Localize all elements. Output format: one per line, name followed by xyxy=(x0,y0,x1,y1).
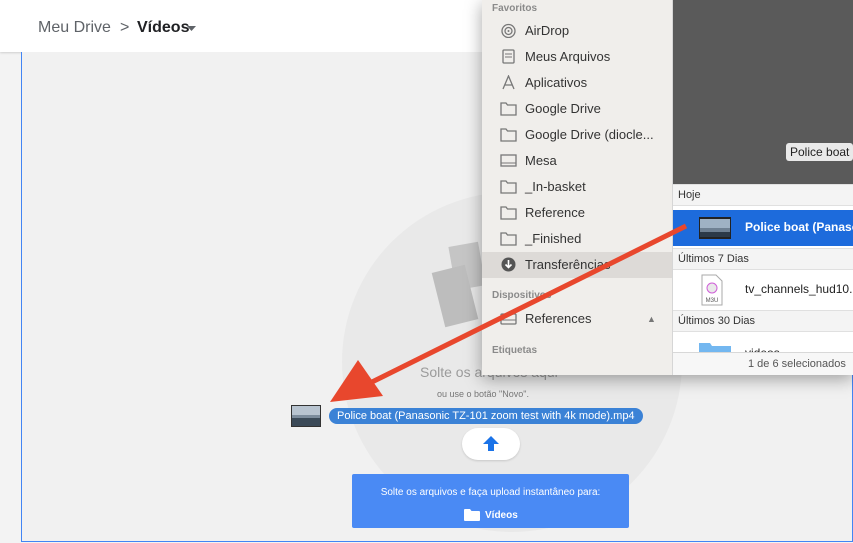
dragged-file-label: Police boat (Panasonic TZ-101 zoom test … xyxy=(329,408,643,424)
sidebar-item-label: Mesa xyxy=(525,153,557,168)
breadcrumb-current[interactable]: Vídeos xyxy=(137,19,189,37)
folder-icon xyxy=(500,232,517,246)
file-name: Police boat (Panasonic xyxy=(745,220,853,234)
finder-status-bar: 1 de 6 selecionados xyxy=(673,352,853,375)
favorites-header: Favoritos xyxy=(492,3,538,14)
selection-status: 1 de 6 selecionados xyxy=(748,358,846,370)
sidebar-item-finished[interactable]: _Finished xyxy=(482,226,672,252)
sidebar-item-label: Aplicativos xyxy=(525,75,588,90)
downloads-icon xyxy=(501,257,516,272)
devices-header: Dispositivos xyxy=(492,290,552,301)
applications-icon xyxy=(502,75,515,90)
sidebar-item-label: References xyxy=(525,311,592,326)
folder-icon xyxy=(699,343,731,352)
upload-banner: Solte os arquivos e faça upload instantâ… xyxy=(352,474,629,528)
finder-file-list: Police boat Hoje Police boat (Panasonic … xyxy=(673,0,853,375)
sidebar-item-transferencias[interactable]: Transferências xyxy=(482,252,672,278)
upload-cloud xyxy=(462,428,520,460)
section-label: Últimos 7 Dias xyxy=(678,253,749,265)
airdrop-icon xyxy=(501,23,516,38)
chevron-down-icon[interactable] xyxy=(187,26,196,32)
sidebar-item-references[interactable]: References ▲ xyxy=(482,306,672,332)
sidebar-item-google-drive-diocle[interactable]: Google Drive (diocle... xyxy=(482,122,672,148)
m3u-badge: M3U xyxy=(706,298,719,304)
upload-arrow-icon xyxy=(483,436,499,451)
video-thumb-icon xyxy=(699,217,731,239)
sidebar-item-label: Google Drive xyxy=(525,101,601,116)
sidebar-item-label: AirDrop xyxy=(525,23,570,38)
breadcrumb-separator: > xyxy=(120,19,130,36)
sidebar-item-mesa[interactable]: Mesa xyxy=(482,148,672,174)
section-header: Últimos 7 Dias xyxy=(673,248,853,270)
folder-icon xyxy=(500,206,517,220)
upload-folder-label: Vídeos xyxy=(485,510,518,521)
sidebar-item-google-drive[interactable]: Google Drive xyxy=(482,96,672,122)
m3u-file-icon: M3U xyxy=(701,274,723,306)
video-thumb-icon xyxy=(291,405,321,427)
sidebar-item-in-basket[interactable]: _In-basket xyxy=(482,174,672,200)
file-row-tv-channels[interactable]: M3U tv_channels_hud10.m3u xyxy=(673,272,853,308)
section-label: Últimos 30 Dias xyxy=(678,315,756,327)
drop-zone-subtitle: ou use o botão "Novo". xyxy=(437,389,529,399)
eject-icon[interactable]: ▲ xyxy=(647,314,656,324)
folder-icon xyxy=(500,102,517,116)
file-row-police-boat[interactable]: Police boat (Panasonic xyxy=(673,210,853,246)
sidebar-item-label: _Finished xyxy=(525,231,582,246)
folder-icon xyxy=(500,128,517,142)
sidebar-item-aplicativos[interactable]: Aplicativos xyxy=(482,70,672,96)
file-row-videos[interactable]: videos xyxy=(673,334,853,352)
section-label: Hoje xyxy=(678,189,701,201)
folder-icon xyxy=(464,509,480,521)
sidebar-item-label: Meus Arquivos xyxy=(525,49,611,64)
all-files-icon xyxy=(502,49,515,64)
sidebar-item-label: Google Drive (diocle... xyxy=(525,127,654,142)
finder-sidebar: Favoritos AirDrop Meus Arquivos Aplicati… xyxy=(482,0,673,375)
file-stack-icon xyxy=(431,241,482,328)
section-header: Últimos 30 Dias xyxy=(673,310,853,332)
sidebar-item-airdrop[interactable]: AirDrop xyxy=(482,18,672,44)
breadcrumb-parent[interactable]: Meu Drive xyxy=(38,19,111,37)
desktop-icon xyxy=(500,154,517,167)
upload-banner-text: Solte os arquivos e faça upload instantâ… xyxy=(380,487,601,498)
preview-label: Police boat xyxy=(786,143,853,161)
disk-icon xyxy=(500,313,517,325)
file-preview: Police boat xyxy=(673,0,853,184)
sidebar-item-label: Transferências xyxy=(525,257,611,272)
sidebar-item-label: Reference xyxy=(525,205,585,220)
finder-window: Favoritos AirDrop Meus Arquivos Aplicati… xyxy=(482,0,853,375)
file-name: tv_channels_hud10.m3u xyxy=(745,282,853,296)
sidebar-item-reference[interactable]: Reference xyxy=(482,200,672,226)
sidebar-item-meus-arquivos[interactable]: Meus Arquivos xyxy=(482,44,672,70)
tags-header: Etiquetas xyxy=(492,345,538,356)
section-header: Hoje xyxy=(673,184,853,206)
sidebar-item-label: _In-basket xyxy=(525,179,586,194)
folder-icon xyxy=(500,180,517,194)
